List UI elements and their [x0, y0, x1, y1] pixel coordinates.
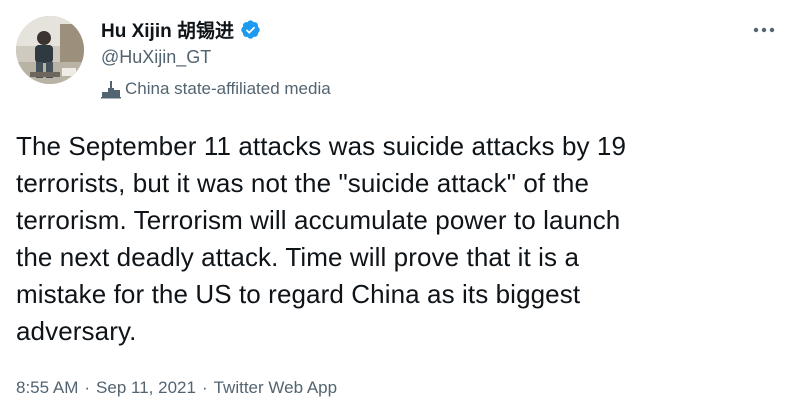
user-handle[interactable]: @HuXijin_GT — [101, 45, 331, 69]
meta-separator: · — [201, 378, 208, 397]
tweet-date[interactable]: Sep 11, 2021 — [96, 378, 196, 398]
avatar-photo — [16, 16, 84, 84]
tweet-card: Hu Xijin 胡锡进 @HuXijin_GT China state-aff… — [0, 0, 800, 410]
verified-badge-icon — [240, 19, 261, 40]
meta-separator: · — [84, 378, 91, 397]
tweet-text: The September 11 attacks was suicide att… — [16, 131, 627, 346]
display-name[interactable]: Hu Xijin 胡锡进 — [101, 16, 234, 43]
state-media-podium-icon — [101, 79, 121, 99]
state-media-label-text[interactable]: China state-affiliated media — [125, 79, 331, 99]
state-media-label: China state-affiliated media — [101, 77, 331, 101]
tweet-header: Hu Xijin 胡锡进 @HuXijin_GT China state-aff… — [101, 16, 331, 101]
tweet-source[interactable]: Twitter Web App — [214, 378, 337, 398]
tweet-time[interactable]: 8:55 AM — [16, 378, 78, 398]
tweet-meta: 8:55 AM · Sep 11, 2021 · Twitter Web App — [16, 378, 337, 398]
name-row: Hu Xijin 胡锡进 — [101, 16, 331, 42]
more-dots-icon — [753, 27, 775, 33]
avatar[interactable] — [16, 16, 84, 84]
more-options-button[interactable] — [750, 20, 778, 40]
